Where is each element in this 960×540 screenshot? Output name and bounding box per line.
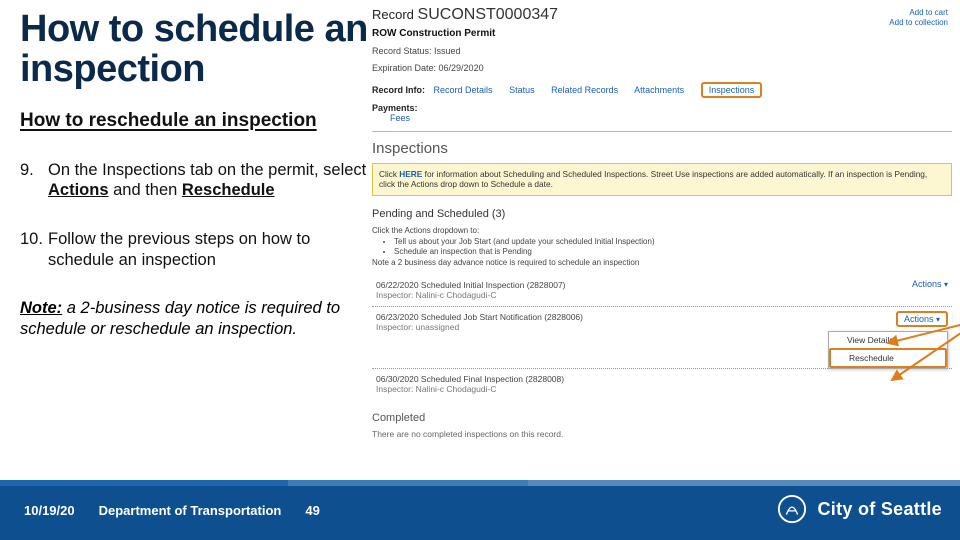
tab-record-details[interactable]: Record Details (434, 85, 493, 95)
row-line1: 06/22/2020 Scheduled Initial Inspection … (376, 280, 948, 290)
inspection-rows: 06/22/2020 Scheduled Initial Inspection … (372, 275, 952, 400)
step-text-mid: and then (109, 181, 182, 199)
dropdown-view-details[interactable]: View Details (829, 332, 947, 348)
inspection-row: 06/22/2020 Scheduled Initial Inspection … (372, 275, 952, 307)
row-line2: Inspector: Nalini-c Chodagudi-C (376, 290, 948, 300)
record-title: Record SUCONST0000347 (372, 6, 952, 24)
note: Note: a 2-business day notice is require… (20, 298, 370, 339)
pending-heading: Pending and Scheduled (3) (372, 208, 952, 220)
tab-status[interactable]: Status (509, 85, 535, 95)
footer-dept: Department of Transportation (99, 503, 282, 518)
row-line2: Inspector: Nalini-c Chodagudi-C (376, 384, 948, 394)
city-name: City of Seattle (817, 499, 942, 520)
app-screenshot: Add to cart Add to collection Record SUC… (372, 6, 952, 436)
completed-heading: Completed (372, 412, 952, 424)
payments-label: Payments: (372, 103, 952, 113)
record-expiration: Expiration Date: 06/29/2020 (372, 63, 952, 73)
payments: Payments: Fees (372, 103, 952, 123)
helper-note: Note a 2 business day advance notice is … (372, 258, 952, 269)
step-9: 9. On the Inspections tab on the permit,… (20, 160, 370, 201)
step-body: On the Inspections tab on the permit, se… (48, 160, 370, 201)
step-body: Follow the previous steps on how to sche… (48, 229, 370, 270)
record-label: Record (372, 7, 418, 22)
row-line1: 06/23/2020 Scheduled Job Start Notificat… (376, 312, 948, 322)
step-bold-reschedule: Reschedule (182, 181, 275, 199)
inspections-heading: Inspections (372, 140, 952, 157)
record-info-label: Record Info: (372, 85, 425, 95)
slide-footer: 10/19/20 Department of Transportation 49… (0, 480, 960, 540)
inspection-row: 06/30/2020 Scheduled Final Inspection (2… (372, 369, 952, 400)
city-logo: City of Seattle (777, 494, 942, 524)
payments-fees-link[interactable]: Fees (390, 113, 952, 123)
dropdown-reschedule[interactable]: Reschedule (829, 348, 947, 368)
step-list: 9. On the Inspections tab on the permit,… (20, 160, 370, 271)
seattle-seal-icon (777, 494, 807, 524)
tab-attachments[interactable]: Attachments (634, 85, 684, 95)
record-id: SUCONST0000347 (418, 6, 559, 23)
record-status: Record Status: Issued (372, 46, 952, 56)
actions-dropdown-link[interactable]: Actions ▾ (896, 311, 948, 327)
record-info-tabs: Record Info: Record Details Status Relat… (372, 85, 952, 95)
info-banner: Click HERE for information about Schedul… (372, 163, 952, 196)
helper-intro: Click the Actions dropdown to: (372, 226, 952, 237)
inspection-row: 06/23/2020 Scheduled Job Start Notificat… (372, 307, 952, 369)
footer-page: 49 (305, 503, 319, 518)
add-to-collection-link[interactable]: Add to collection (889, 18, 948, 28)
note-body: a 2-business day notice is required to s… (20, 299, 340, 338)
banner-post: for information about Scheduling and Sch… (379, 169, 927, 189)
completed-note: There are no completed inspections on th… (372, 429, 952, 439)
corner-links: Add to cart Add to collection (889, 8, 948, 29)
banner-pre: Click (379, 169, 399, 179)
tab-inspections[interactable]: Inspections (701, 82, 763, 98)
slide-subtitle: How to reschedule an inspection (20, 110, 370, 132)
slide-title: How to schedule an inspection (20, 10, 370, 90)
row-line1: 06/30/2020 Scheduled Final Inspection (2… (376, 374, 948, 384)
note-lead: Note: (20, 299, 62, 317)
tab-related-records[interactable]: Related Records (551, 85, 618, 95)
banner-here-link[interactable]: HERE (399, 169, 422, 179)
footer-date: 10/19/20 (24, 503, 75, 518)
add-to-cart-link[interactable]: Add to cart (889, 8, 948, 18)
helper-block: Click the Actions dropdown to: Tell us a… (372, 226, 952, 269)
step-10: 10. Follow the previous steps on how to … (20, 229, 370, 270)
step-number: 9. (20, 160, 48, 201)
helper-item: Tell us about your Job Start (and update… (394, 237, 952, 248)
actions-dropdown-menu: View Details Reschedule (828, 331, 948, 369)
chevron-down-icon: ▾ (944, 280, 948, 289)
chevron-down-icon: ▾ (936, 315, 940, 324)
permit-type: ROW Construction Permit (372, 28, 952, 39)
actions-dropdown-link[interactable]: Actions ▾ (912, 279, 948, 289)
helper-item: Schedule an inspection that is Pending (394, 247, 952, 258)
step-number: 10. (20, 229, 48, 270)
separator (372, 131, 952, 132)
step-text: On the Inspections tab on the permit, se… (48, 161, 366, 179)
step-bold-actions: Actions (48, 181, 109, 199)
footer-stripe (0, 480, 960, 486)
